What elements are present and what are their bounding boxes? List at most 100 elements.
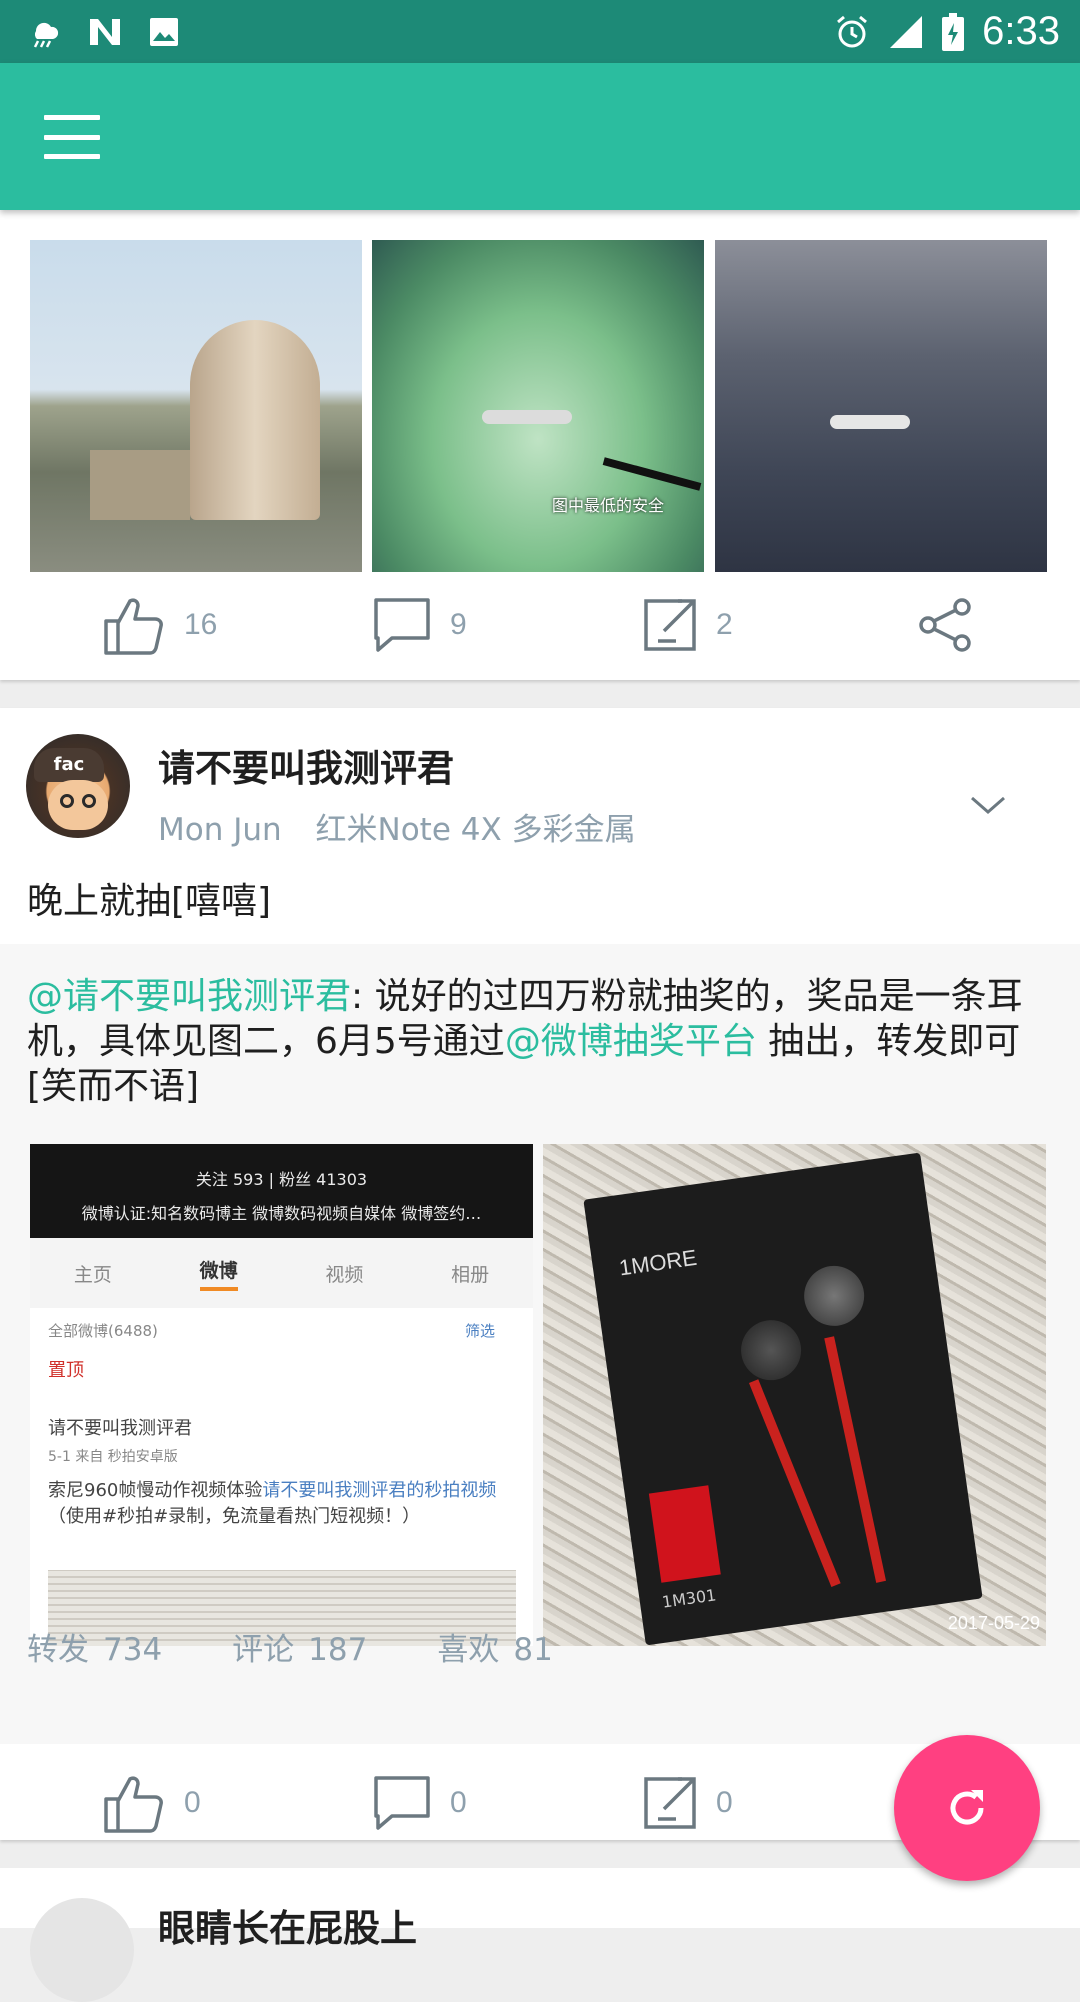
earbud-shape — [800, 1261, 869, 1330]
tab-video: 视频 — [325, 1263, 364, 1286]
stat-label: 喜欢 — [437, 1632, 500, 1668]
stat-likes[interactable]: 喜欢 81 — [437, 1624, 566, 1669]
tab-weibo: 微博 — [199, 1256, 238, 1291]
screenshot-date: 5-1 来自 秒拍安卓版 — [48, 1449, 178, 1465]
comment-button[interactable]: 9 — [270, 570, 540, 680]
stat-reposts[interactable]: 转发 734 — [27, 1624, 176, 1669]
airplane-shape — [830, 415, 910, 429]
post-device: 红米Note 4X 多彩金属 — [315, 812, 636, 848]
feed-card: 眼睛长在屁股上 — [0, 1868, 1080, 2002]
screenshot-post-line2: （使用#秒拍#录制，免流量看热门短视频！） — [48, 1506, 421, 1527]
avatar[interactable] — [30, 1898, 134, 2002]
mention-link[interactable]: @请不要叫我测评君 — [27, 976, 351, 1017]
award-badge — [648, 1485, 721, 1583]
edit-repost-icon — [644, 599, 696, 651]
earbud-shape — [737, 1316, 805, 1385]
avatar-hat: fac — [34, 748, 104, 782]
stat-value: 734 — [103, 1632, 163, 1668]
comment-icon — [374, 598, 430, 652]
thumbs-up-icon — [104, 1776, 163, 1833]
mention-link[interactable]: @微博抽奖平台 — [505, 1021, 757, 1062]
follow-line: 关注 593 | 粉丝 41303 — [195, 1170, 368, 1189]
profile-header: 关注 593 | 粉丝 41303 微博认证:知名数码博主 微博数码视频自媒体 … — [30, 1144, 533, 1238]
diagram-caption: 图中最低的安全 — [552, 496, 665, 515]
clock: 6:33 — [982, 9, 1060, 53]
avatar-eye — [82, 794, 96, 808]
comment-icon — [374, 1776, 430, 1830]
radar-coverage-diagram[interactable]: 图中最低的安全 — [372, 240, 704, 572]
stat-comments[interactable]: 评论 187 — [232, 1624, 381, 1669]
airplane-in-clouds-photo[interactable] — [715, 240, 1047, 572]
earphone-box-photo[interactable]: 1MORE 1M301 2017-05-29 — [543, 1144, 1046, 1646]
filter-label: 筛选 — [465, 1322, 496, 1340]
reposted-content[interactable]: @请不要叫我测评君: 说好的过四万粉就抽奖的，奖品是一条耳机，具体见图二，6月5… — [0, 944, 1080, 1744]
photo-date-stamp: 2017-05-29 — [947, 1613, 1040, 1633]
n-icon — [90, 18, 120, 45]
profile-tabs: 主页 微博 视频 相册 — [30, 1238, 533, 1308]
comment-count: 0 — [450, 1786, 467, 1819]
stat-label: 评论 — [232, 1632, 295, 1668]
screenshot-post-link: 请不要叫我测评君的秒拍视频 — [262, 1480, 497, 1501]
tab-album: 相册 — [451, 1263, 490, 1286]
post-date: Mon Jun — [158, 812, 282, 848]
signal-icon — [890, 15, 923, 48]
author-name[interactable]: 眼睛长在屁股上 — [158, 1898, 417, 1952]
refresh-button[interactable] — [894, 1735, 1040, 1881]
app-toolbar — [0, 63, 1080, 210]
comment-button[interactable]: 0 — [270, 1748, 540, 1858]
card-actions: 16 9 2 — [0, 570, 1080, 680]
repost-button[interactable]: 2 — [540, 570, 810, 680]
radar-dome-shape — [190, 320, 320, 520]
status-bar: 6:33 — [0, 0, 1080, 63]
like-count: 16 — [184, 608, 218, 641]
refresh-icon — [950, 1790, 984, 1825]
repost-button[interactable]: 0 — [540, 1748, 810, 1858]
building-shape — [90, 450, 190, 520]
post-text: 晚上就抽[嘻嘻] — [27, 881, 272, 922]
cable-shape — [824, 1336, 887, 1583]
pinned-label: 置顶 — [48, 1360, 84, 1381]
plane-shape — [482, 410, 572, 424]
screenshot-author: 请不要叫我测评君 — [48, 1418, 192, 1439]
brand-label: 1MORE — [617, 1244, 699, 1281]
avatar[interactable]: fac — [26, 734, 130, 838]
like-button[interactable]: 16 — [0, 570, 270, 680]
screenshot-post-line1: 索尼960帧慢动作视频体验 — [48, 1480, 263, 1501]
repost-text: @请不要叫我测评君: 说好的过四万粉就抽奖的，奖品是一条耳机，具体见图二，6月5… — [27, 974, 1057, 1109]
post-meta: Mon Jun 红米Note 4X 多彩金属 — [158, 804, 660, 849]
like-count: 0 — [184, 1786, 201, 1819]
model-label: 1M301 — [660, 1585, 718, 1612]
product-box: 1MORE 1M301 — [583, 1152, 983, 1646]
avatar-eye — [60, 794, 74, 808]
share-icon — [919, 598, 971, 652]
avatar-face — [48, 780, 108, 830]
image-icon — [150, 17, 178, 46]
chevron-down-icon[interactable] — [970, 788, 1006, 824]
stat-label: 转发 — [27, 1632, 89, 1668]
thumbs-up-icon — [104, 598, 163, 655]
weibo-profile-screenshot[interactable]: 关注 593 | 粉丝 41303 微博认证:知名数码博主 微博数码视频自媒体 … — [30, 1144, 533, 1646]
edit-repost-icon — [644, 1777, 696, 1829]
repost-count: 2 — [716, 608, 733, 641]
arrow-shape — [602, 457, 702, 491]
screenshot-post: 索尼960帧慢动作视频体验请不要叫我测评君的秒拍视频 （使用#秒拍#录制，免流量看… — [48, 1478, 518, 1530]
feed-card: fac 请不要叫我测评君 Mon Jun 红米Note 4X 多彩金属 晚上就抽… — [0, 708, 1080, 1840]
airport-radar-photo[interactable] — [30, 240, 362, 572]
cable-shape — [748, 1379, 841, 1588]
tab-home: 主页 — [73, 1263, 112, 1286]
all-posts-label: 全部微博(6488) — [48, 1322, 158, 1340]
verified-line: 微博认证:知名数码博主 微博数码视频自媒体 微博签约… — [81, 1204, 482, 1223]
feed-card: 图中最低的安全 16 9 2 — [0, 210, 1080, 680]
comment-count: 9 — [450, 608, 467, 641]
author-name[interactable]: 请不要叫我测评君 — [158, 738, 454, 792]
alarm-icon — [837, 15, 868, 47]
like-button[interactable]: 0 — [0, 1748, 270, 1858]
stat-value: 187 — [308, 1632, 368, 1668]
stat-value: 81 — [513, 1632, 553, 1668]
repost-stats: 转发 734 评论 187 喜欢 81 — [27, 1624, 567, 1669]
hamburger-menu-icon[interactable] — [44, 115, 100, 159]
battery-icon — [942, 12, 965, 51]
share-button[interactable] — [810, 570, 1080, 680]
weather-rain-icon — [33, 22, 59, 48]
repost-count: 0 — [716, 1786, 733, 1819]
